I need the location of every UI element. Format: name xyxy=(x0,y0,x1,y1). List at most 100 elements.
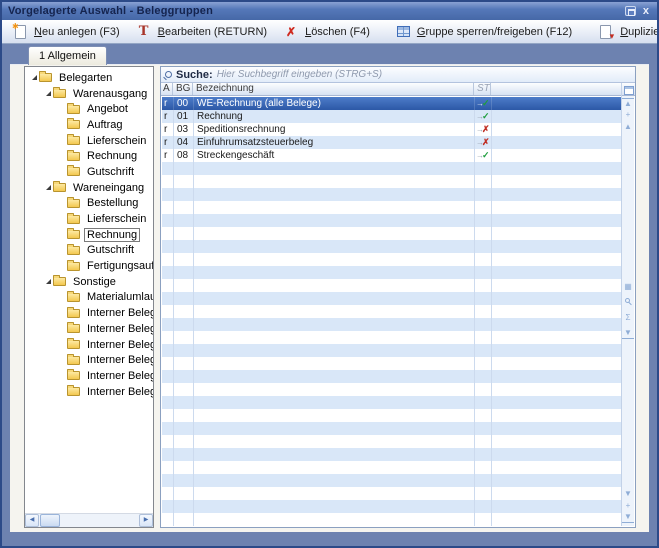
scroll-right-icon[interactable]: ▶ xyxy=(139,514,153,527)
tab-allgemein[interactable]: 1 Allgemein xyxy=(28,46,107,65)
magnifier-strip-icon[interactable] xyxy=(625,298,630,303)
grid-view-icon[interactable]: ▦ xyxy=(622,282,634,292)
tree-item-interner-beleg-1-pps-[interactable]: Interner Beleg 1 (PPS) xyxy=(25,321,153,337)
tree-item-fertigungsauftrag-pps-[interactable]: Fertigungsauftrag (PPS) xyxy=(25,258,153,274)
empty-cell xyxy=(174,409,194,422)
column-header-name[interactable]: Bezeichnung xyxy=(193,83,474,95)
tree-item-interner-beleg[interactable]: Interner Beleg xyxy=(25,305,153,321)
table-row[interactable]: r 00 WE-Rechnung (alle Belege) → ✓ xyxy=(162,97,621,110)
empty-cell xyxy=(174,253,194,266)
tree-item-interner-beleg-3-pps-[interactable]: Interner Beleg 3 (PPS) xyxy=(25,352,153,368)
duplizieren-button[interactable]: Duplizieren (F8) xyxy=(594,23,659,42)
empty-cell xyxy=(475,162,492,175)
tree-item-angebot[interactable]: Angebot xyxy=(25,101,153,117)
cell-status: → ✓ xyxy=(475,110,492,123)
tree-horizontal-scrollbar[interactable]: ◀ ▶ xyxy=(25,513,153,527)
loeschen-button[interactable]: ✗ Löschen (F4) xyxy=(279,23,378,41)
sum-icon[interactable]: Σ xyxy=(622,313,634,323)
tree-item-interner-beleg-4-pps-[interactable]: Interner Beleg 4 (PPS) xyxy=(25,368,153,384)
tree-item-bestellung[interactable]: Bestellung xyxy=(25,196,153,212)
content-area: Belegarten Warenausgang Angebot Auftrag Lief… xyxy=(10,64,649,532)
tree-item-lieferschein[interactable]: Lieferschein xyxy=(25,133,153,149)
tree-item-wareneingang[interactable]: Wareneingang xyxy=(25,180,153,196)
empty-cell xyxy=(174,240,194,253)
empty-cell xyxy=(194,175,475,188)
table-row[interactable]: r 04 Einfuhrumsatzsteuerbeleg → ✗ xyxy=(162,136,621,149)
empty-cell xyxy=(475,318,492,331)
table-empty-row xyxy=(162,474,621,487)
cell-bg: 00 xyxy=(174,97,194,110)
close-button[interactable]: x xyxy=(641,6,651,17)
delete-icon: ✗ xyxy=(286,24,297,39)
duplizieren-label: Duplizieren (F8) xyxy=(620,25,659,38)
filter-icon[interactable]: ▼ xyxy=(622,328,634,339)
table-row[interactable]: r 01 Rechnung → ✓ xyxy=(162,110,621,123)
gruppe-sperren-freigeben-button[interactable]: Gruppe sperren/freigeben (F12) xyxy=(392,23,580,41)
tree-item-rechnung[interactable]: Rechnung xyxy=(25,227,153,243)
empty-cell xyxy=(162,240,174,253)
tree-item-warenausgang[interactable]: Warenausgang xyxy=(25,86,153,102)
empty-cell xyxy=(162,435,174,448)
tree-item-sonstige[interactable]: Sonstige xyxy=(25,274,153,290)
tree-item-rechnung[interactable]: Rechnung xyxy=(25,148,153,164)
column-chooser-icon[interactable] xyxy=(622,83,634,96)
scroll-to-top-icon[interactable]: ▲ xyxy=(622,98,634,109)
empty-cell xyxy=(162,487,174,500)
tree-item-interner-beleg-5-pps-[interactable]: Interner Beleg 5 (PPS) xyxy=(25,384,153,400)
empty-cell xyxy=(492,344,621,357)
tree-item-gutschrift[interactable]: Gutschrift xyxy=(25,164,153,180)
table-row[interactable]: r 08 Streckengeschäft → ✓ xyxy=(162,149,621,162)
tree-item-label: Fertigungsauftrag (PPS) xyxy=(87,260,154,273)
search-bar[interactable]: Suche: Hier Suchbegriff eingeben (STRG+S… xyxy=(161,67,635,83)
tree-expander-icon[interactable] xyxy=(45,184,53,192)
cell-filler xyxy=(492,136,621,149)
tree-item-materialumlauf-reparatur[interactable]: Materialumlauf/Reparatur xyxy=(25,290,153,306)
column-header-a[interactable]: A xyxy=(161,83,173,95)
empty-cell xyxy=(174,175,194,188)
empty-cell xyxy=(174,435,194,448)
tree-expander-icon[interactable] xyxy=(31,74,39,82)
restore-button[interactable] xyxy=(624,6,636,16)
tree-expander-icon[interactable] xyxy=(45,90,53,98)
cell-a: r xyxy=(162,110,174,123)
tree-item-lieferschein[interactable]: Lieferschein xyxy=(25,211,153,227)
scroll-to-bottom-icon[interactable]: ▼ xyxy=(622,512,634,523)
empty-cell xyxy=(174,266,194,279)
bearbeiten-button[interactable]: T Bearbeiten (RETURN) xyxy=(132,23,275,41)
cell-a: r xyxy=(162,149,174,162)
empty-cell xyxy=(492,383,621,396)
tree-item-belegarten[interactable]: Belegarten xyxy=(25,70,153,86)
column-header-rest[interactable] xyxy=(491,83,635,95)
empty-cell xyxy=(162,292,174,305)
empty-cell xyxy=(194,500,475,513)
scroll-down-icon[interactable]: ▼ xyxy=(622,489,634,499)
table-row[interactable]: r 03 Speditionsrechnung → ✗ xyxy=(162,123,621,136)
column-header-bg[interactable]: BG xyxy=(173,83,193,95)
scrollbar-thumb[interactable] xyxy=(40,514,60,527)
cell-status: → ✗ xyxy=(475,123,492,136)
empty-cell xyxy=(492,253,621,266)
tree-item-interner-beleg-2-pps-[interactable]: Interner Beleg 2 (PPS) xyxy=(25,337,153,353)
search-input[interactable]: Hier Suchbegriff eingeben (STRG+S) xyxy=(217,69,382,80)
empty-cell xyxy=(492,396,621,409)
scroll-left-icon[interactable]: ◀ xyxy=(25,514,39,527)
status-active-icon: → ✓ xyxy=(476,97,490,110)
scroll-page-down-icon[interactable]: + xyxy=(622,501,634,511)
empty-cell xyxy=(162,318,174,331)
empty-cell xyxy=(162,383,174,396)
empty-cell xyxy=(174,214,194,227)
table-empty-row xyxy=(162,162,621,175)
scroll-page-up-icon[interactable]: + xyxy=(622,110,634,120)
tree-expander-icon[interactable] xyxy=(45,278,53,286)
empty-cell xyxy=(492,201,621,214)
empty-cell xyxy=(162,175,174,188)
empty-cell xyxy=(174,500,194,513)
table-lock-icon xyxy=(396,26,410,37)
tree-item-gutschrift[interactable]: Gutschrift xyxy=(25,243,153,259)
tree-item-auftrag[interactable]: Auftrag xyxy=(25,117,153,133)
empty-cell xyxy=(174,474,194,487)
scroll-up-icon[interactable]: ▲ xyxy=(622,122,634,132)
empty-cell xyxy=(475,448,492,461)
column-header-st[interactable]: ST xyxy=(474,83,491,95)
neu-anlegen-button[interactable]: Neu anlegen (F3) xyxy=(8,22,128,41)
